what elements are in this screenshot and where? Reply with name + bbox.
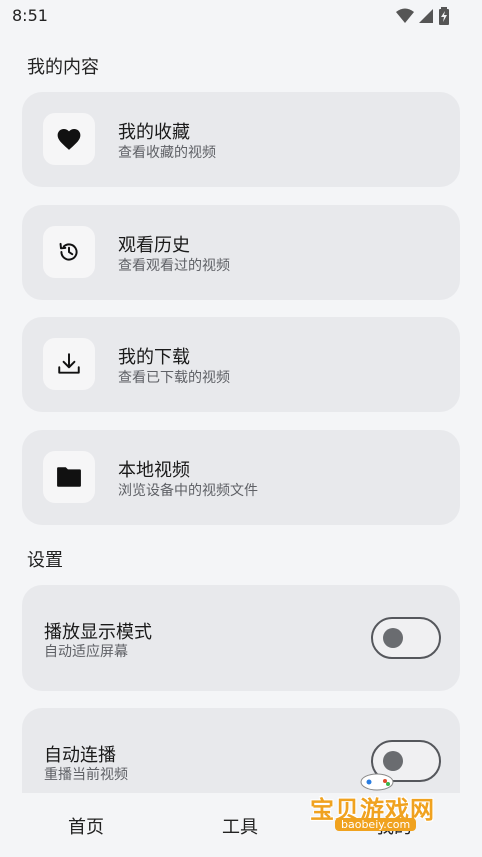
icon-box (43, 113, 95, 165)
setting-subtitle: 重播当前视频 (44, 767, 128, 783)
watermark-url: baobeiy.com (335, 818, 417, 831)
icon-box (43, 338, 95, 390)
download-icon (58, 353, 80, 374)
setting-subtitle: 自动适应屏幕 (44, 644, 128, 660)
nav-item-home[interactable]: 首页 (68, 813, 104, 839)
icon-box (43, 226, 95, 278)
content-item-subtitle: 查看收藏的视频 (118, 145, 216, 161)
wifi-icon (396, 8, 414, 23)
content-item-title: 本地视频 (118, 460, 190, 481)
section-title-my-content: 我的内容 (27, 57, 99, 78)
content-item-subtitle: 查看已下载的视频 (118, 370, 230, 386)
folder-icon (57, 467, 81, 487)
content-item-subtitle: 浏览设备中的视频文件 (118, 483, 258, 499)
content-item-title: 我的收藏 (118, 122, 190, 143)
content-item-favorites[interactable]: 我的收藏 查看收藏的视频 (22, 92, 460, 187)
history-icon (59, 242, 78, 261)
content-item-subtitle: 查看观看过的视频 (118, 258, 230, 274)
status-time: 8:51 (12, 6, 48, 25)
setting-display-mode: 播放显示模式 自动适应屏幕 (22, 585, 460, 691)
content-item-title: 我的下载 (118, 347, 190, 368)
section-title-settings: 设置 (27, 550, 63, 571)
display-mode-toggle[interactable] (371, 617, 441, 659)
content-item-title: 观看历史 (118, 235, 190, 256)
icon-box (43, 451, 95, 503)
nav-item-tools[interactable]: 工具 (222, 813, 258, 839)
toggle-knob (383, 628, 403, 648)
content-item-local-videos[interactable]: 本地视频 浏览设备中的视频文件 (22, 430, 460, 525)
signal-icon (419, 9, 433, 23)
heart-icon (57, 129, 81, 150)
watermark: 宝贝游戏网 baobeiy.com (305, 770, 475, 850)
status-icons (396, 6, 450, 26)
content-item-downloads[interactable]: 我的下载 查看已下载的视频 (22, 317, 460, 412)
content-item-history[interactable]: 观看历史 查看观看过的视频 (22, 205, 460, 300)
toggle-knob (383, 751, 403, 771)
battery-icon (439, 7, 449, 25)
gamepad-icon (360, 773, 394, 791)
status-bar: 8:51 (0, 0, 482, 32)
